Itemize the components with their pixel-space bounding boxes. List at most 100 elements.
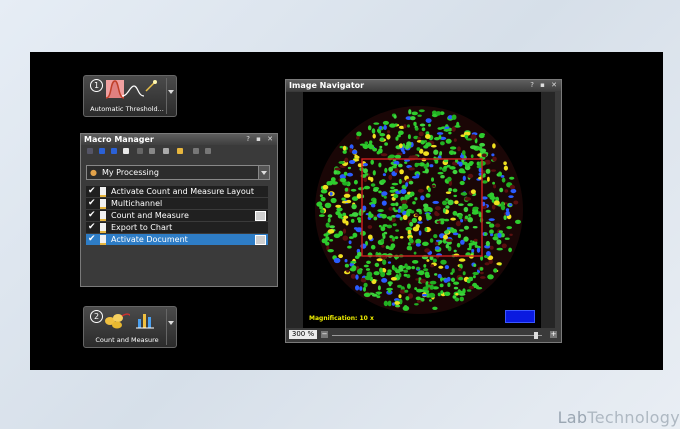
- cell-blob: [409, 238, 414, 244]
- cell-blob: [383, 125, 387, 130]
- cell-blob: [417, 188, 424, 193]
- macro-list-item[interactable]: ✔ Activate Document: [86, 234, 268, 245]
- grid-icon[interactable]: [163, 148, 169, 154]
- watermark-part-2: Technology: [587, 408, 680, 427]
- cell-blob: [430, 264, 434, 268]
- cell-blob: [428, 123, 431, 127]
- step-icon[interactable]: [137, 148, 143, 154]
- doc-icon: [100, 211, 106, 221]
- cell-blob: [467, 203, 474, 207]
- cell-blob: [486, 251, 491, 257]
- zoom-out-button[interactable]: −: [321, 331, 328, 338]
- cell-blob: [383, 300, 389, 307]
- cell-blob: [433, 149, 439, 155]
- cell-blob: [467, 173, 474, 179]
- cell-blob: [360, 230, 366, 236]
- cell-blob: [429, 164, 434, 168]
- popout-icon[interactable]: [255, 211, 266, 221]
- cell-blob: [370, 159, 374, 165]
- list-icon[interactable]: [123, 148, 129, 154]
- cell-blob: [459, 293, 466, 296]
- cell-blob: [445, 238, 453, 242]
- cell-blob: [350, 218, 355, 223]
- macro-list-item[interactable]: ✔ Export to Chart: [86, 222, 268, 233]
- cell-blob: [414, 303, 419, 306]
- chevron-down-icon[interactable]: [168, 321, 174, 325]
- cell-blob: [377, 128, 380, 133]
- cell-blob: [398, 272, 402, 278]
- step-number-badge: 2: [90, 310, 103, 323]
- cell-blob: [425, 142, 432, 147]
- cell-blob: [381, 200, 387, 206]
- window-controls[interactable]: ? ▪ ✕: [530, 80, 559, 91]
- macro-list-item[interactable]: ✔ Multichannel: [86, 198, 268, 209]
- cell-blob: [445, 191, 452, 194]
- cell-blob: [390, 202, 396, 207]
- check-icon[interactable]: ✔: [88, 186, 96, 197]
- macro-list-item[interactable]: ✔ Count and Measure: [86, 210, 268, 221]
- cell-blob: [378, 190, 382, 194]
- cell-blob: [479, 142, 486, 147]
- delete-icon[interactable]: [193, 148, 199, 154]
- cell-blob: [429, 299, 432, 302]
- cell-blob: [492, 156, 497, 162]
- cell-blob: [438, 265, 444, 269]
- play-icon[interactable]: [87, 148, 93, 154]
- cell-blob: [425, 193, 431, 198]
- cell-blob: [395, 136, 399, 141]
- macro-list-item[interactable]: ✔ Activate Count and Measure Layout: [86, 186, 268, 197]
- zoom-value-field[interactable]: 300 %: [289, 330, 317, 339]
- automatic-threshold-button[interactable]: 1 Automatic Threshold...: [83, 75, 177, 117]
- zoom-in-button[interactable]: +: [550, 331, 557, 338]
- cell-blob: [501, 177, 506, 183]
- cell-blob: [399, 143, 403, 149]
- macro-set-dropdown[interactable]: ● My Processing: [86, 165, 270, 180]
- cell-blob: [418, 230, 422, 236]
- folder-icon[interactable]: [177, 148, 183, 154]
- cell-blob: [414, 127, 419, 131]
- cell-blob: [359, 286, 363, 291]
- cell-blob: [471, 248, 475, 253]
- cell-blob: [382, 173, 386, 177]
- navigator-image[interactable]: Magnification: 10 x: [286, 92, 555, 328]
- window-controls[interactable]: ? ▪ ✕: [246, 134, 275, 145]
- cell-blob: [429, 284, 434, 290]
- macro-list: ✔ Activate Count and Measure Layout ✔ Multi…: [86, 186, 268, 246]
- stop-icon[interactable]: [111, 148, 117, 154]
- chevron-down-icon[interactable]: [168, 90, 174, 94]
- cell-blob: [449, 146, 457, 150]
- image-navigator-titlebar[interactable]: Image Navigator ? ▪ ✕: [286, 80, 561, 91]
- macro-item-label: Multichannel: [111, 199, 163, 208]
- check-icon[interactable]: ✔: [88, 210, 96, 221]
- record-icon[interactable]: [99, 148, 105, 154]
- zoom-slider-thumb[interactable]: [533, 332, 538, 339]
- cell-blob: [415, 278, 419, 281]
- cell-blob: [464, 215, 469, 220]
- cell-blob: [478, 133, 485, 139]
- cell-blob: [377, 209, 384, 213]
- navigator-action-button[interactable]: [505, 310, 535, 323]
- check-icon[interactable]: ✔: [88, 234, 96, 245]
- cell-blob: [468, 244, 472, 249]
- check-icon[interactable]: ✔: [88, 198, 96, 209]
- link-icon[interactable]: [205, 148, 211, 154]
- cell-blob: [489, 245, 494, 250]
- chevron-down-icon[interactable]: [258, 166, 269, 179]
- cell-blob: [368, 213, 374, 218]
- cell-blob: [414, 197, 418, 201]
- check-icon[interactable]: ✔: [88, 222, 96, 233]
- settings-icon[interactable]: [149, 148, 155, 154]
- cell-blob: [410, 116, 416, 121]
- macro-manager-titlebar[interactable]: Macro Manager ? ▪ ✕: [81, 134, 277, 145]
- cell-blob: [492, 181, 495, 185]
- zoom-slider-track[interactable]: [332, 335, 542, 336]
- cell-blob: [404, 161, 408, 164]
- cell-blob: [499, 187, 504, 193]
- cell-blob: [380, 238, 385, 243]
- popout-icon[interactable]: [255, 235, 266, 245]
- cell-blob: [447, 199, 454, 206]
- count-and-measure-button[interactable]: 2 Count and Measure: [83, 306, 177, 348]
- cell-blob: [459, 180, 465, 186]
- doc-icon: [100, 223, 106, 233]
- cell-blob: [320, 209, 325, 214]
